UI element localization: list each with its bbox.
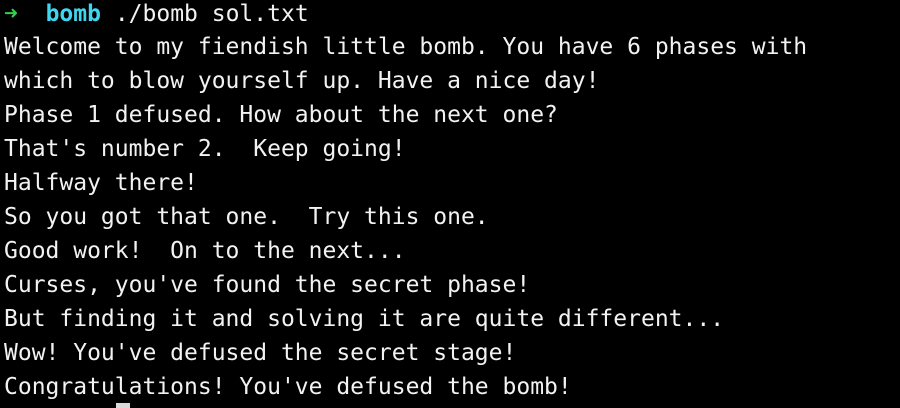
output-line: Halfway there! <box>4 170 198 196</box>
prompt-line: ➜ bomb ./bomb sol.txt <box>4 0 900 30</box>
text-cursor <box>116 403 130 408</box>
prompt-arrow-icon: ➜ <box>4 1 18 27</box>
output-line: Good work! On to the next... <box>4 238 406 264</box>
output-line: Phase 1 defused. How about the next one? <box>4 102 558 128</box>
terminal-window[interactable]: ➜ bomb ./bomb sol.txt Welcome to my fien… <box>0 0 900 408</box>
output-line: Wow! You've defused the secret stage! <box>4 340 517 366</box>
output-line: Welcome to my fiendish little bomb. You … <box>4 34 808 60</box>
command-text: ./bomb sol.txt <box>114 1 309 27</box>
output-line: which to blow yourself up. Have a nice d… <box>4 68 600 94</box>
output-line: Congratulations! You've defused the bomb… <box>4 374 572 400</box>
output-line: That's number 2. Keep going! <box>4 136 406 162</box>
output-line: So you got that one. Try this one. <box>4 204 489 230</box>
current-directory: bomb <box>45 1 101 27</box>
output-line: Curses, you've found the secret phase! <box>4 272 531 298</box>
output-line: But finding it and solving it are quite … <box>4 306 725 332</box>
